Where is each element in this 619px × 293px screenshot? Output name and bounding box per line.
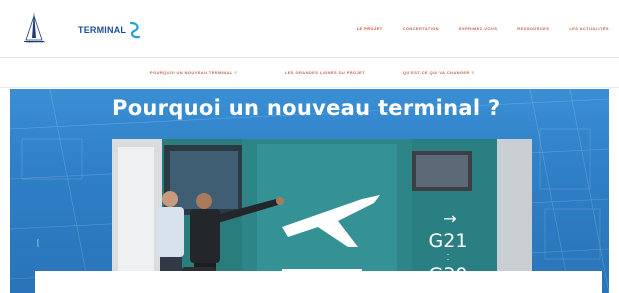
subnav-item-pourquoi[interactable]: POURQUOI UN NOUVEAU TERMINAL ? xyxy=(150,70,237,75)
gate-range-dots: · · xyxy=(446,249,450,264)
sub-nav: POURQUOI UN NOUVEAU TERMINAL ? LES GRAND… xyxy=(0,58,619,88)
hero-title: Pourquoi un nouveau terminal ? xyxy=(112,96,501,120)
hero-photo: → G21 ·· G30 xyxy=(112,139,532,293)
nav-item-concertation[interactable]: CONCERTATION xyxy=(403,26,439,31)
nav-item-exprimez-vous[interactable]: EXPRIMEZ-VOUS xyxy=(459,26,497,31)
side-scroll-label[interactable]: Scroll xyxy=(32,239,40,261)
site-header: AÉROPORT TERMINAL LE PROJET CONCERTATION… xyxy=(0,0,619,58)
hero-banner: Pourquoi un nouveau terminal ? Scroll → … xyxy=(10,89,609,293)
airport-logo-icon[interactable] xyxy=(20,10,48,50)
subnav-item-changer[interactable]: QU'EST-CE QUI VA CHANGER ? xyxy=(403,70,474,75)
brand-name: TERMINAL xyxy=(78,25,127,35)
subnav-item-grandes-lignes[interactable]: LES GRANDES LIGNES DU PROJET xyxy=(285,70,365,75)
nav-item-ressources[interactable]: RESSOURCES xyxy=(517,26,549,31)
nav-item-actualites[interactable]: LES ACTUALITÉS xyxy=(569,26,609,31)
main-nav: LE PROJET CONCERTATION EXPRIMEZ-VOUS RES… xyxy=(357,26,609,31)
arrow-right-icon: → xyxy=(443,209,457,228)
content-panel xyxy=(35,271,602,293)
brand-logo[interactable]: TERMINAL xyxy=(78,20,142,40)
logo-text: AÉROPORT xyxy=(26,40,46,44)
nav-item-le-projet[interactable]: LE PROJET xyxy=(357,26,383,31)
brand-swirl-icon xyxy=(130,21,141,39)
